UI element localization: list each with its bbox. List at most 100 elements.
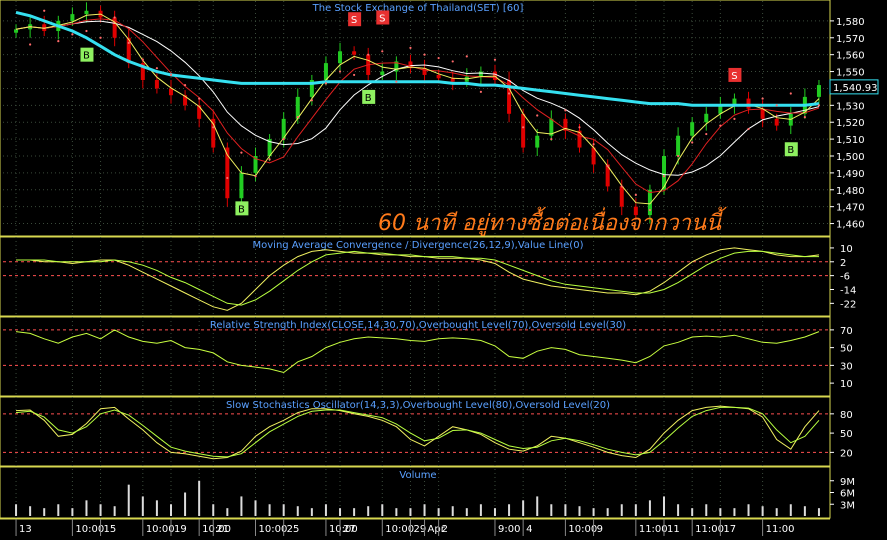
- x-tick-label: 10:00: [259, 524, 288, 535]
- sar-dot: [71, 33, 74, 36]
- sar-dot: [606, 165, 609, 168]
- sar-dot: [282, 138, 285, 141]
- sar-dot: [733, 117, 736, 120]
- y-tick-label: 1,490: [836, 169, 865, 180]
- rsi-tick-label: 70: [840, 326, 853, 337]
- rsi-tick-label: 30: [840, 361, 853, 372]
- y-tick-label: 1,500: [836, 152, 865, 163]
- candle: [619, 186, 624, 207]
- macd-tick-label: -6: [840, 272, 850, 283]
- x-tick-label: 4: [526, 524, 532, 535]
- last-price-label: 1,540.93: [833, 83, 878, 94]
- volume-tick-label: 3M: [840, 500, 855, 511]
- stochastic-tick-label: 50: [840, 429, 853, 440]
- sar-dot: [507, 92, 511, 95]
- sar-dot: [789, 92, 792, 95]
- candle: [70, 14, 75, 21]
- macd-tick-label: 2: [840, 258, 846, 269]
- stock-chart: The Stock Exchange of Thailand(SET) [60]…: [0, 0, 887, 536]
- x-tick-label: 13: [19, 524, 32, 535]
- macd-tick-label: 10: [840, 244, 853, 255]
- x-tick-label: 15: [104, 524, 117, 535]
- signal-label: S: [379, 14, 385, 25]
- sar-dot: [43, 9, 46, 12]
- sar-dot: [141, 58, 144, 61]
- sar-dot: [198, 97, 201, 100]
- rsi-title: Relative Strength Index(CLOSE,14,30,70),…: [210, 320, 626, 331]
- rsi-tick-label: 50: [840, 344, 853, 355]
- sar-dot: [493, 58, 497, 61]
- y-tick-label: 1,520: [836, 118, 865, 129]
- sar-dot: [155, 67, 159, 70]
- sar-dot: [479, 90, 482, 93]
- sar-dot: [676, 154, 680, 158]
- sar-dot: [634, 193, 637, 196]
- sar-dot: [550, 138, 553, 141]
- sar-dot: [451, 60, 454, 63]
- sar-dot: [691, 141, 694, 144]
- sar-dot: [113, 16, 116, 19]
- sar-dot: [99, 36, 102, 39]
- signal-label: S: [731, 71, 737, 82]
- sar-dot: [29, 43, 32, 46]
- candle: [168, 88, 173, 96]
- x-tick-label: 25: [287, 524, 300, 535]
- macd-title: Moving Average Convergence / Divergence(…: [253, 240, 584, 251]
- stochastic-title: Slow Stochastics Oscillator(14,3,3),Over…: [226, 400, 610, 411]
- sar-dot: [395, 80, 398, 83]
- sar-dot: [747, 127, 750, 131]
- signal-label: B: [83, 51, 90, 62]
- sar-dot: [522, 126, 525, 129]
- candle: [774, 118, 779, 126]
- x-tick-label: 10:00: [146, 524, 175, 535]
- sar-dot: [536, 114, 539, 117]
- x-tick-label: 17: [723, 524, 736, 535]
- x-tick-label: 21: [216, 524, 229, 535]
- candle: [239, 172, 244, 199]
- candle: [14, 29, 19, 33]
- candle: [760, 108, 765, 119]
- x-tick-label: 10:00: [568, 524, 597, 535]
- sar-dot: [296, 116, 299, 119]
- x-tick-label: 2: [442, 524, 448, 535]
- x-tick-label: 27: [343, 524, 356, 535]
- sar-dot: [662, 175, 666, 178]
- volume-tick-label: 6M: [840, 489, 855, 500]
- candle: [746, 98, 751, 109]
- candle: [704, 113, 709, 123]
- candle: [816, 85, 821, 97]
- x-tick-label: 9:00: [498, 524, 520, 535]
- sar-dot: [578, 126, 581, 129]
- sar-dot: [338, 70, 342, 73]
- candle: [535, 135, 540, 148]
- x-tick-label: 10:00: [75, 524, 104, 535]
- signal-label: S: [351, 15, 357, 26]
- rsi-tick-label: 10: [840, 379, 853, 390]
- x-tick-label: 10:00: [385, 524, 414, 535]
- sar-dot: [169, 73, 173, 77]
- x-tick-label: 11:00: [639, 524, 668, 535]
- sar-dot: [705, 132, 708, 136]
- sar-dot: [775, 104, 778, 107]
- signal-label: B: [365, 93, 372, 104]
- x-tick-label: 19: [174, 524, 187, 535]
- volume-title: Volume: [399, 470, 436, 481]
- macd-tick-label: -14: [840, 285, 856, 296]
- signal-label: B: [787, 145, 794, 156]
- sar-dot: [367, 53, 370, 56]
- sar-dot: [324, 82, 328, 85]
- sar-dot: [761, 97, 764, 100]
- sar-dot: [381, 50, 384, 53]
- sar-dot: [409, 46, 412, 50]
- sar-dot: [353, 73, 356, 77]
- sar-dot: [240, 151, 243, 154]
- candle: [84, 10, 89, 15]
- chart-title: The Stock Exchange of Thailand(SET) [60]: [312, 3, 524, 14]
- volume-tick-label: 9M: [840, 477, 855, 488]
- sar-dot: [310, 99, 313, 102]
- candle: [352, 51, 357, 55]
- sar-dot: [423, 53, 426, 56]
- sar-dot: [127, 41, 130, 44]
- sar-dot: [226, 176, 229, 180]
- sar-dot: [719, 124, 722, 127]
